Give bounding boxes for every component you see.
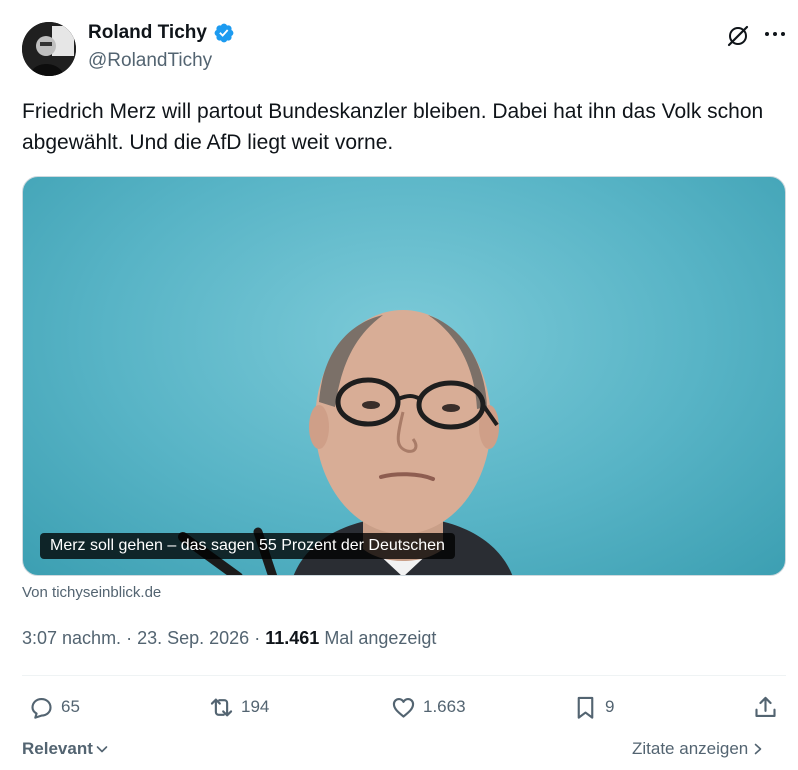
repost-icon	[210, 698, 233, 716]
avatar-image	[22, 22, 76, 76]
avatar[interactable]	[22, 22, 76, 76]
sort-replies-dropdown[interactable]: Relevant	[22, 739, 109, 759]
like-count: 1.663	[423, 697, 466, 716]
author-name-row[interactable]: Roland Tichy	[88, 22, 235, 44]
tweet-date[interactable]: 23. Sep. 2026	[137, 628, 249, 648]
reply-count: 65	[61, 697, 80, 716]
bookmark-count: 9	[605, 697, 615, 716]
chevron-right-icon	[754, 743, 762, 755]
sort-label: Relevant	[22, 739, 93, 758]
share-button[interactable]	[752, 692, 779, 722]
tweet-time[interactable]: 3:07 nachm.	[22, 628, 121, 648]
media-caption[interactable]: Merz soll gehen – das sagen 55 Prozent d…	[40, 533, 455, 559]
link-card-image[interactable]	[22, 176, 786, 576]
more-options-icon[interactable]	[762, 22, 788, 46]
tweet-meta: 3:07 nachm. · 23. Sep. 2026 · 11.461 Mal…	[22, 628, 436, 649]
heart-icon	[392, 697, 415, 718]
meta-separator: ·	[126, 628, 133, 648]
views-label: Mal angezeigt	[324, 628, 437, 648]
link-source[interactable]: Von tichyseinblick.de	[22, 584, 161, 601]
views-count: 11.461	[265, 628, 320, 648]
tweet-text: Friedrich Merz will partout Bundeskanzle…	[22, 100, 764, 154]
grok-icon[interactable]	[726, 24, 750, 48]
author-handle[interactable]: @RolandTichy	[88, 50, 212, 72]
photo-portrait	[178, 310, 513, 575]
reply-button[interactable]: 65	[28, 692, 80, 722]
divider	[22, 675, 786, 676]
share-icon	[755, 696, 776, 717]
repost-count: 194	[241, 697, 270, 716]
author-name[interactable]: Roland Tichy	[88, 22, 207, 44]
quotes-label: Zitate anzeigen	[632, 739, 749, 758]
bookmark-button[interactable]: 9	[572, 692, 614, 722]
chevron-down-icon	[96, 746, 108, 753]
meta-separator: ·	[254, 628, 261, 648]
like-button[interactable]: 1.663	[390, 692, 466, 722]
reply-icon	[31, 697, 52, 719]
verified-badge-icon[interactable]	[213, 22, 235, 44]
view-quotes-link[interactable]: Zitate anzeigen	[632, 739, 764, 759]
bookmark-icon	[577, 696, 594, 719]
repost-button[interactable]: 194	[208, 692, 269, 722]
